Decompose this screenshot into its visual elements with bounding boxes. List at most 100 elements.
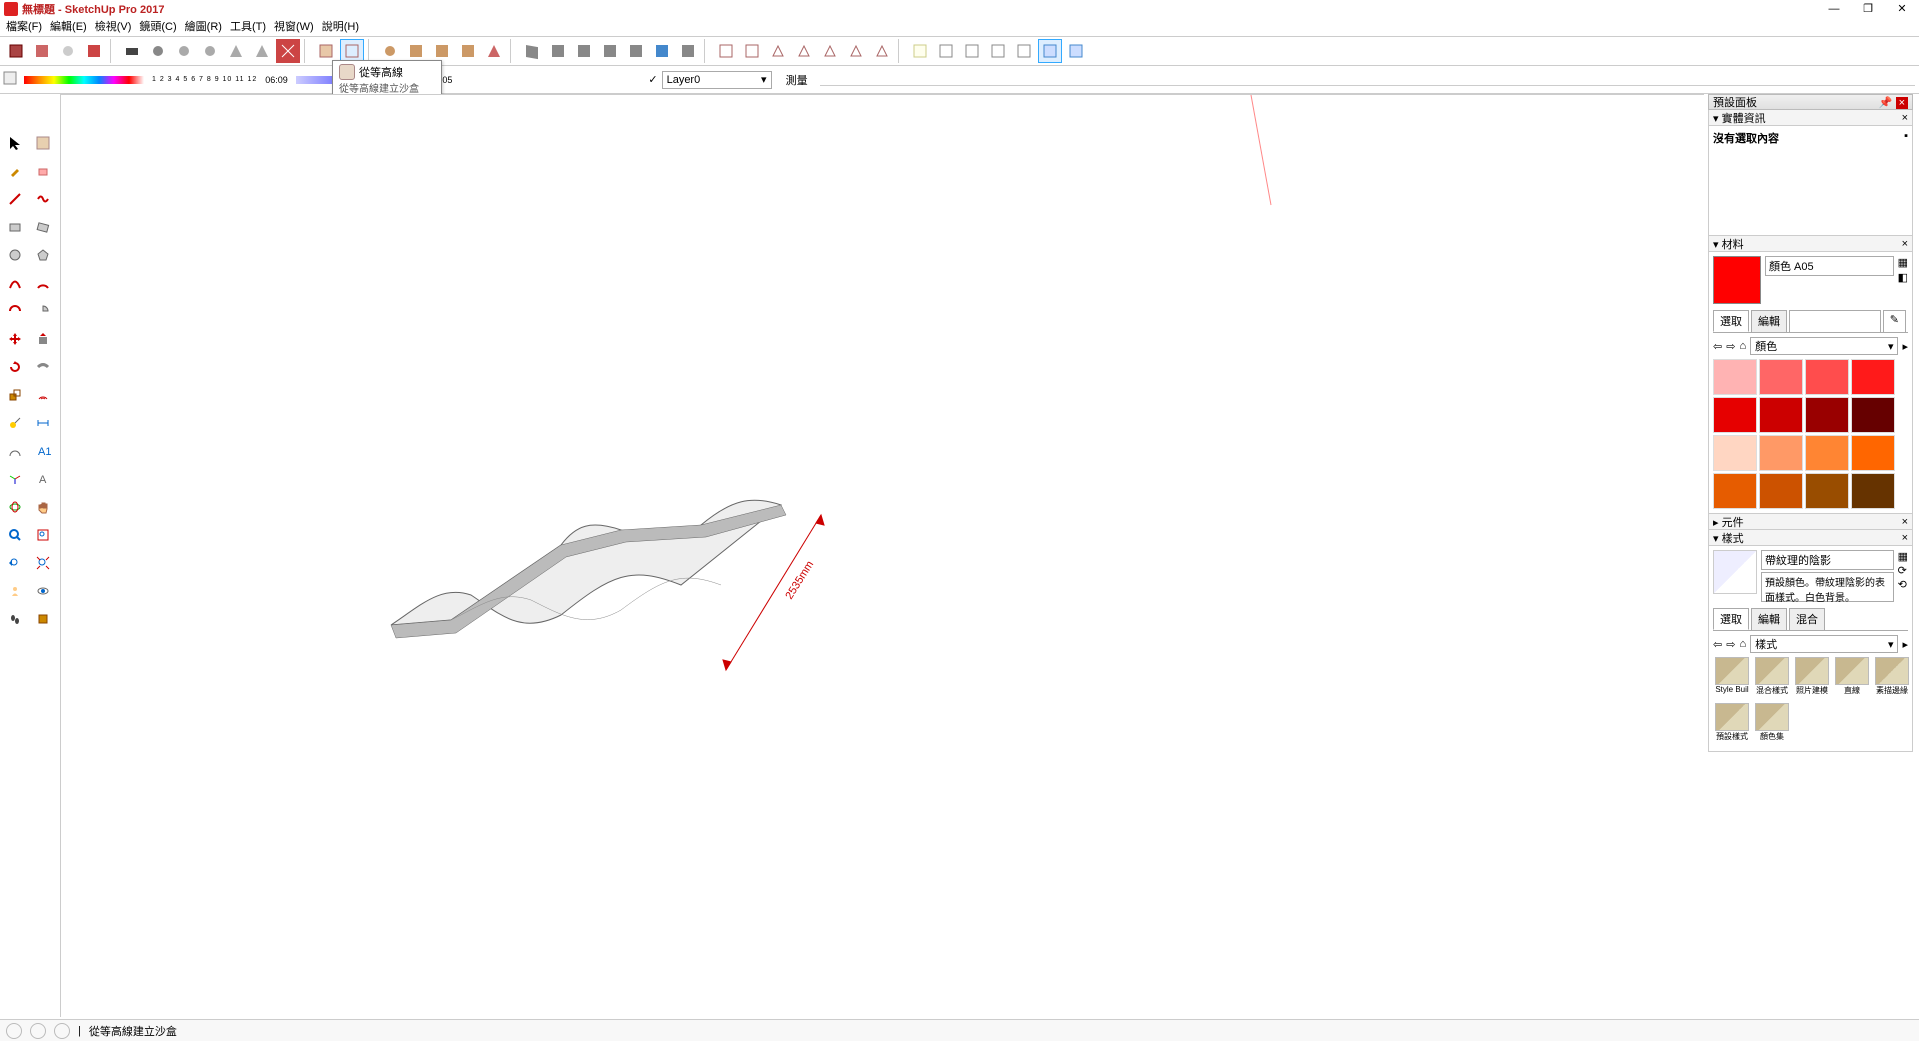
style-nav-fwd-icon[interactable]: ⇨ — [1726, 638, 1735, 651]
left-view-icon[interactable] — [844, 39, 868, 63]
style-new-icon[interactable]: ⟳ — [1898, 564, 1908, 577]
tab-select[interactable]: 選取 — [1713, 310, 1749, 332]
offset-tool-icon[interactable] — [30, 382, 56, 408]
view-icon-7[interactable] — [870, 39, 894, 63]
arc-tool-icon[interactable] — [2, 270, 28, 296]
menu-draw[interactable]: 繪圖(R) — [185, 18, 222, 36]
rectangle-tool-icon[interactable] — [2, 214, 28, 240]
tool-icon-11[interactable] — [276, 39, 300, 63]
style-item[interactable]: Style Buil — [1713, 657, 1751, 701]
material-name[interactable]: 顏色 A05 — [1765, 256, 1894, 276]
arc2-tool-icon[interactable] — [30, 270, 56, 296]
polygon-tool-icon[interactable] — [30, 242, 56, 268]
home-icon[interactable]: ⌂ — [1739, 340, 1746, 352]
style-detail-icon[interactable]: ▸ — [1902, 638, 1908, 651]
pin-icon[interactable]: 📌 — [1879, 97, 1893, 109]
current-style-thumb[interactable] — [1713, 550, 1757, 594]
tool-make-group-icon[interactable] — [30, 39, 54, 63]
color-swatch[interactable] — [1851, 473, 1895, 509]
front-view-icon[interactable] — [766, 39, 790, 63]
menu-view[interactable]: 檢視(V) — [95, 18, 132, 36]
color-swatch[interactable] — [1713, 473, 1757, 509]
panel-close-icon[interactable]: × — [1902, 238, 1908, 250]
solid-union-icon[interactable] — [572, 39, 596, 63]
position-camera-tool-icon[interactable] — [2, 578, 28, 604]
zoom-tool-icon[interactable] — [2, 522, 28, 548]
eraser-tool-icon[interactable] — [30, 158, 56, 184]
detail-icon[interactable]: ▸ — [1902, 340, 1908, 353]
tool-icon-10[interactable] — [250, 39, 274, 63]
color-swatch[interactable] — [1713, 397, 1757, 433]
pushpull-tool-icon[interactable] — [30, 326, 56, 352]
eyedropper-icon[interactable]: ✎ — [1883, 310, 1906, 332]
status-icon-1[interactable] — [6, 1023, 22, 1039]
protractor-tool-icon[interactable] — [2, 438, 28, 464]
rotate-tool-icon[interactable] — [2, 354, 28, 380]
color-swatch[interactable] — [1713, 435, 1757, 471]
style-item[interactable]: 照片建模 — [1793, 657, 1831, 701]
sandbox-flip-icon[interactable] — [482, 39, 506, 63]
create-material-icon[interactable]: ▦ — [1898, 256, 1908, 269]
section-tool-icon[interactable] — [30, 606, 56, 632]
shadow-toggle-icon[interactable] — [4, 72, 16, 87]
solid-subtract-icon[interactable] — [598, 39, 622, 63]
style-mono-icon[interactable] — [1038, 39, 1062, 63]
tool-icon-7[interactable] — [172, 39, 196, 63]
menu-edit[interactable]: 編輯(E) — [50, 18, 87, 36]
tool-icon-4[interactable] — [82, 39, 106, 63]
text-tool-icon[interactable]: A1 — [30, 438, 56, 464]
tab-edit[interactable]: 編輯 — [1751, 310, 1787, 332]
styles-header[interactable]: ▾ 樣式 × — [1708, 530, 1913, 546]
tray-close-icon[interactable]: × — [1896, 97, 1908, 109]
style-nav-back-icon[interactable]: ⇦ — [1713, 638, 1722, 651]
style-item[interactable]: 預設樣式 — [1713, 703, 1751, 747]
maximize-button[interactable]: ❐ — [1851, 0, 1885, 18]
style-update-icon[interactable]: ▦ — [1898, 550, 1908, 563]
tool-icon-6[interactable] — [146, 39, 170, 63]
style-tab-edit[interactable]: 編輯 — [1751, 608, 1787, 630]
color-swatch[interactable] — [1805, 397, 1849, 433]
entity-info-header[interactable]: ▾ 實體資訊 × — [1708, 110, 1913, 126]
right-view-icon[interactable] — [792, 39, 816, 63]
freehand-tool-icon[interactable] — [30, 186, 56, 212]
axes-tool-icon[interactable] — [2, 466, 28, 492]
color-swatch[interactable] — [1851, 435, 1895, 471]
style-hidden-icon[interactable] — [960, 39, 984, 63]
style-item[interactable]: 直線 — [1833, 657, 1871, 701]
style-xray-icon[interactable] — [908, 39, 932, 63]
style-tab-mix[interactable]: 混合 — [1789, 608, 1825, 630]
entity-menu-icon[interactable]: ▪ — [1904, 130, 1908, 146]
menu-help[interactable]: 說明(H) — [322, 18, 359, 36]
top-view-icon[interactable] — [740, 39, 764, 63]
style-wireframe-icon[interactable] — [934, 39, 958, 63]
color-swatch[interactable] — [1805, 473, 1849, 509]
nav-back-icon[interactable]: ⇦ — [1713, 340, 1722, 353]
sandbox-detail-icon[interactable] — [456, 39, 480, 63]
date-slider[interactable] — [24, 76, 144, 84]
pan-tool-icon[interactable] — [30, 494, 56, 520]
lookaround-tool-icon[interactable] — [30, 578, 56, 604]
text3d-tool-icon[interactable]: A — [30, 466, 56, 492]
move-tool-icon[interactable] — [2, 326, 28, 352]
pie-tool-icon[interactable] — [30, 298, 56, 324]
arc3-tool-icon[interactable] — [2, 298, 28, 324]
color-swatch[interactable] — [1713, 359, 1757, 395]
layer-check-icon[interactable]: ✓ — [648, 73, 657, 86]
select-tool-icon[interactable] — [2, 130, 28, 156]
menu-file[interactable]: 檔案(F) — [6, 18, 42, 36]
style-item[interactable]: 素描邊緣 — [1873, 657, 1911, 701]
solid-outer-icon[interactable] — [520, 39, 544, 63]
current-material-swatch[interactable] — [1713, 256, 1761, 304]
style-name[interactable]: 帶紋理的陰影 — [1761, 550, 1894, 570]
tool-icon-9[interactable] — [224, 39, 248, 63]
panel-close-icon[interactable]: × — [1902, 112, 1908, 124]
followme-tool-icon[interactable] — [30, 354, 56, 380]
components-header[interactable]: ▸ 元件 × — [1708, 514, 1913, 530]
nav-fwd-icon[interactable]: ⇨ — [1726, 340, 1735, 353]
panel-close-icon[interactable]: × — [1902, 532, 1908, 544]
default-material-icon[interactable]: ◧ — [1898, 271, 1908, 284]
viewport[interactable]: 2535mm — [60, 94, 1704, 1017]
materials-header[interactable]: ▾ 材料 × — [1708, 236, 1913, 252]
color-swatch[interactable] — [1759, 473, 1803, 509]
tool-icon-8[interactable] — [198, 39, 222, 63]
